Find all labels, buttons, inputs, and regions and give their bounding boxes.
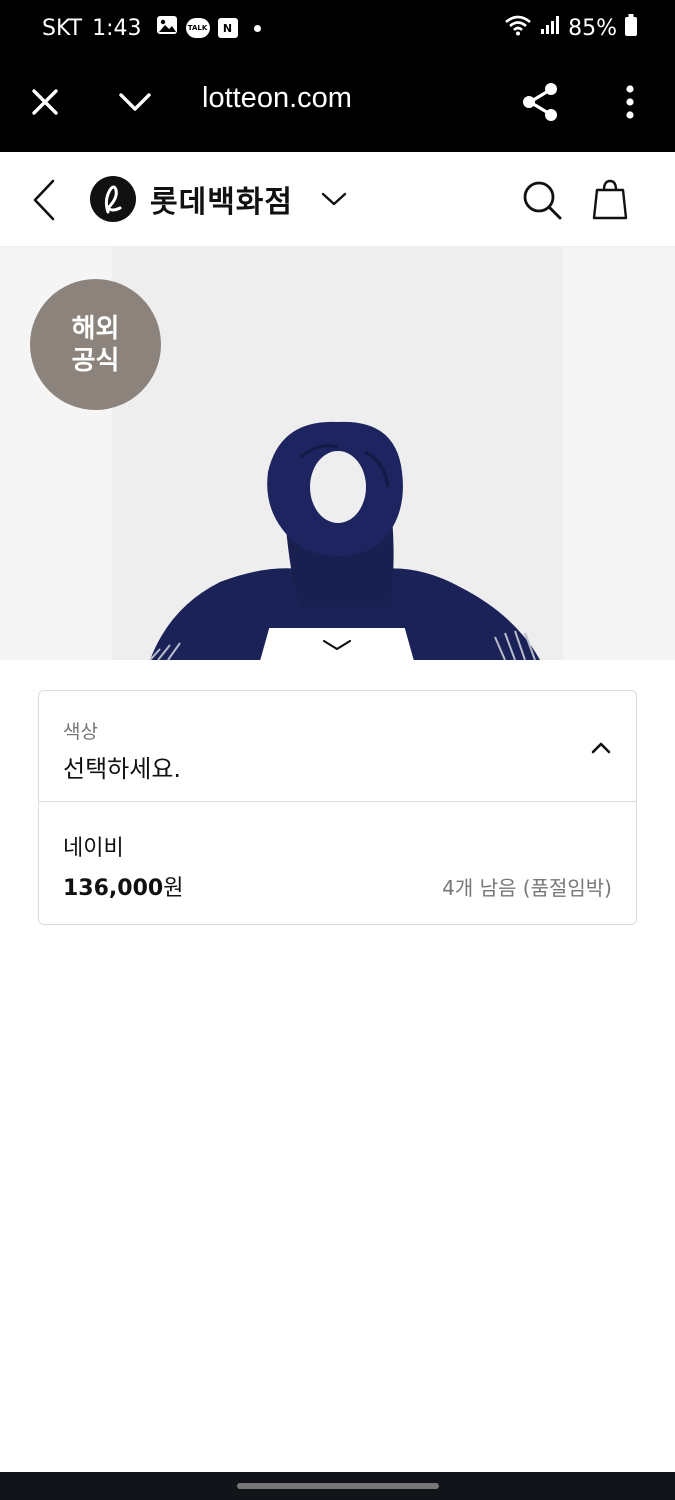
notification-icons: TALK N <box>156 14 261 42</box>
status-left: SKT 1:43 TALK N <box>42 14 261 42</box>
option-label: 색상 <box>63 721 98 743</box>
collapse-sheet-button[interactable] <box>260 628 414 660</box>
product-image-area[interactable]: 해외 공식 <box>0 247 675 660</box>
clock: 1:43 <box>92 15 142 41</box>
official-overseas-badge: 해외 공식 <box>30 279 161 410</box>
brand-name: 롯데백화점 <box>150 185 293 220</box>
lotte-logo-icon <box>90 176 136 222</box>
badge-line-1: 해외 <box>71 313 120 344</box>
image-icon <box>156 14 178 42</box>
system-nav-bar <box>0 1472 675 1500</box>
option-item-navy[interactable]: 네이비 136,000원 4개 남음 (품절임박) <box>39 802 636 924</box>
option-item-name: 네이비 <box>63 836 124 861</box>
option-item-stock: 4개 남음 (품절임박) <box>442 876 612 900</box>
battery-percent: 85% <box>568 15 617 41</box>
talk-icon: TALK <box>185 18 210 38</box>
notification-dot-icon <box>253 24 261 32</box>
search-icon[interactable] <box>518 176 566 224</box>
battery-icon <box>625 14 637 42</box>
url-bar[interactable]: lotteon.com <box>202 82 352 115</box>
option-item-price: 136,000원 <box>63 870 183 902</box>
color-option-header[interactable]: 색상 선택하세요. <box>39 691 636 802</box>
wifi-icon <box>504 14 532 42</box>
chevron-down-icon <box>322 638 352 652</box>
brand-selector[interactable]: 롯데백화점 <box>90 176 347 222</box>
share-icon[interactable] <box>516 78 564 126</box>
browser-toolbar: lotteon.com <box>0 56 675 152</box>
option-selected-value: 선택하세요. <box>63 755 182 783</box>
close-icon[interactable] <box>21 78 69 126</box>
carrier-label: SKT <box>42 15 83 41</box>
price-currency: 원 <box>163 876 184 901</box>
status-bar: SKT 1:43 TALK N 85% <box>0 0 675 56</box>
more-vertical-icon[interactable] <box>606 78 654 126</box>
chevron-up-icon <box>588 735 614 761</box>
back-icon[interactable] <box>22 176 66 224</box>
site-header: 롯데백화점 <box>0 152 675 247</box>
home-gesture-handle[interactable] <box>237 1483 439 1489</box>
option-sheet: 색상 선택하세요. 네이비 136,000원 4개 남음 (품절임박) <box>0 660 675 1472</box>
n-icon: N <box>217 18 238 38</box>
signal-icon <box>540 15 560 41</box>
shopping-bag-icon[interactable] <box>588 174 632 224</box>
price-value: 136,000 <box>63 876 164 901</box>
chevron-down-icon[interactable] <box>111 78 159 126</box>
chevron-down-icon <box>321 191 347 207</box>
status-right: 85% <box>504 14 637 42</box>
color-option-dropdown: 색상 선택하세요. 네이비 136,000원 4개 남음 (품절임박) <box>38 690 637 925</box>
badge-line-2: 공식 <box>71 345 120 376</box>
